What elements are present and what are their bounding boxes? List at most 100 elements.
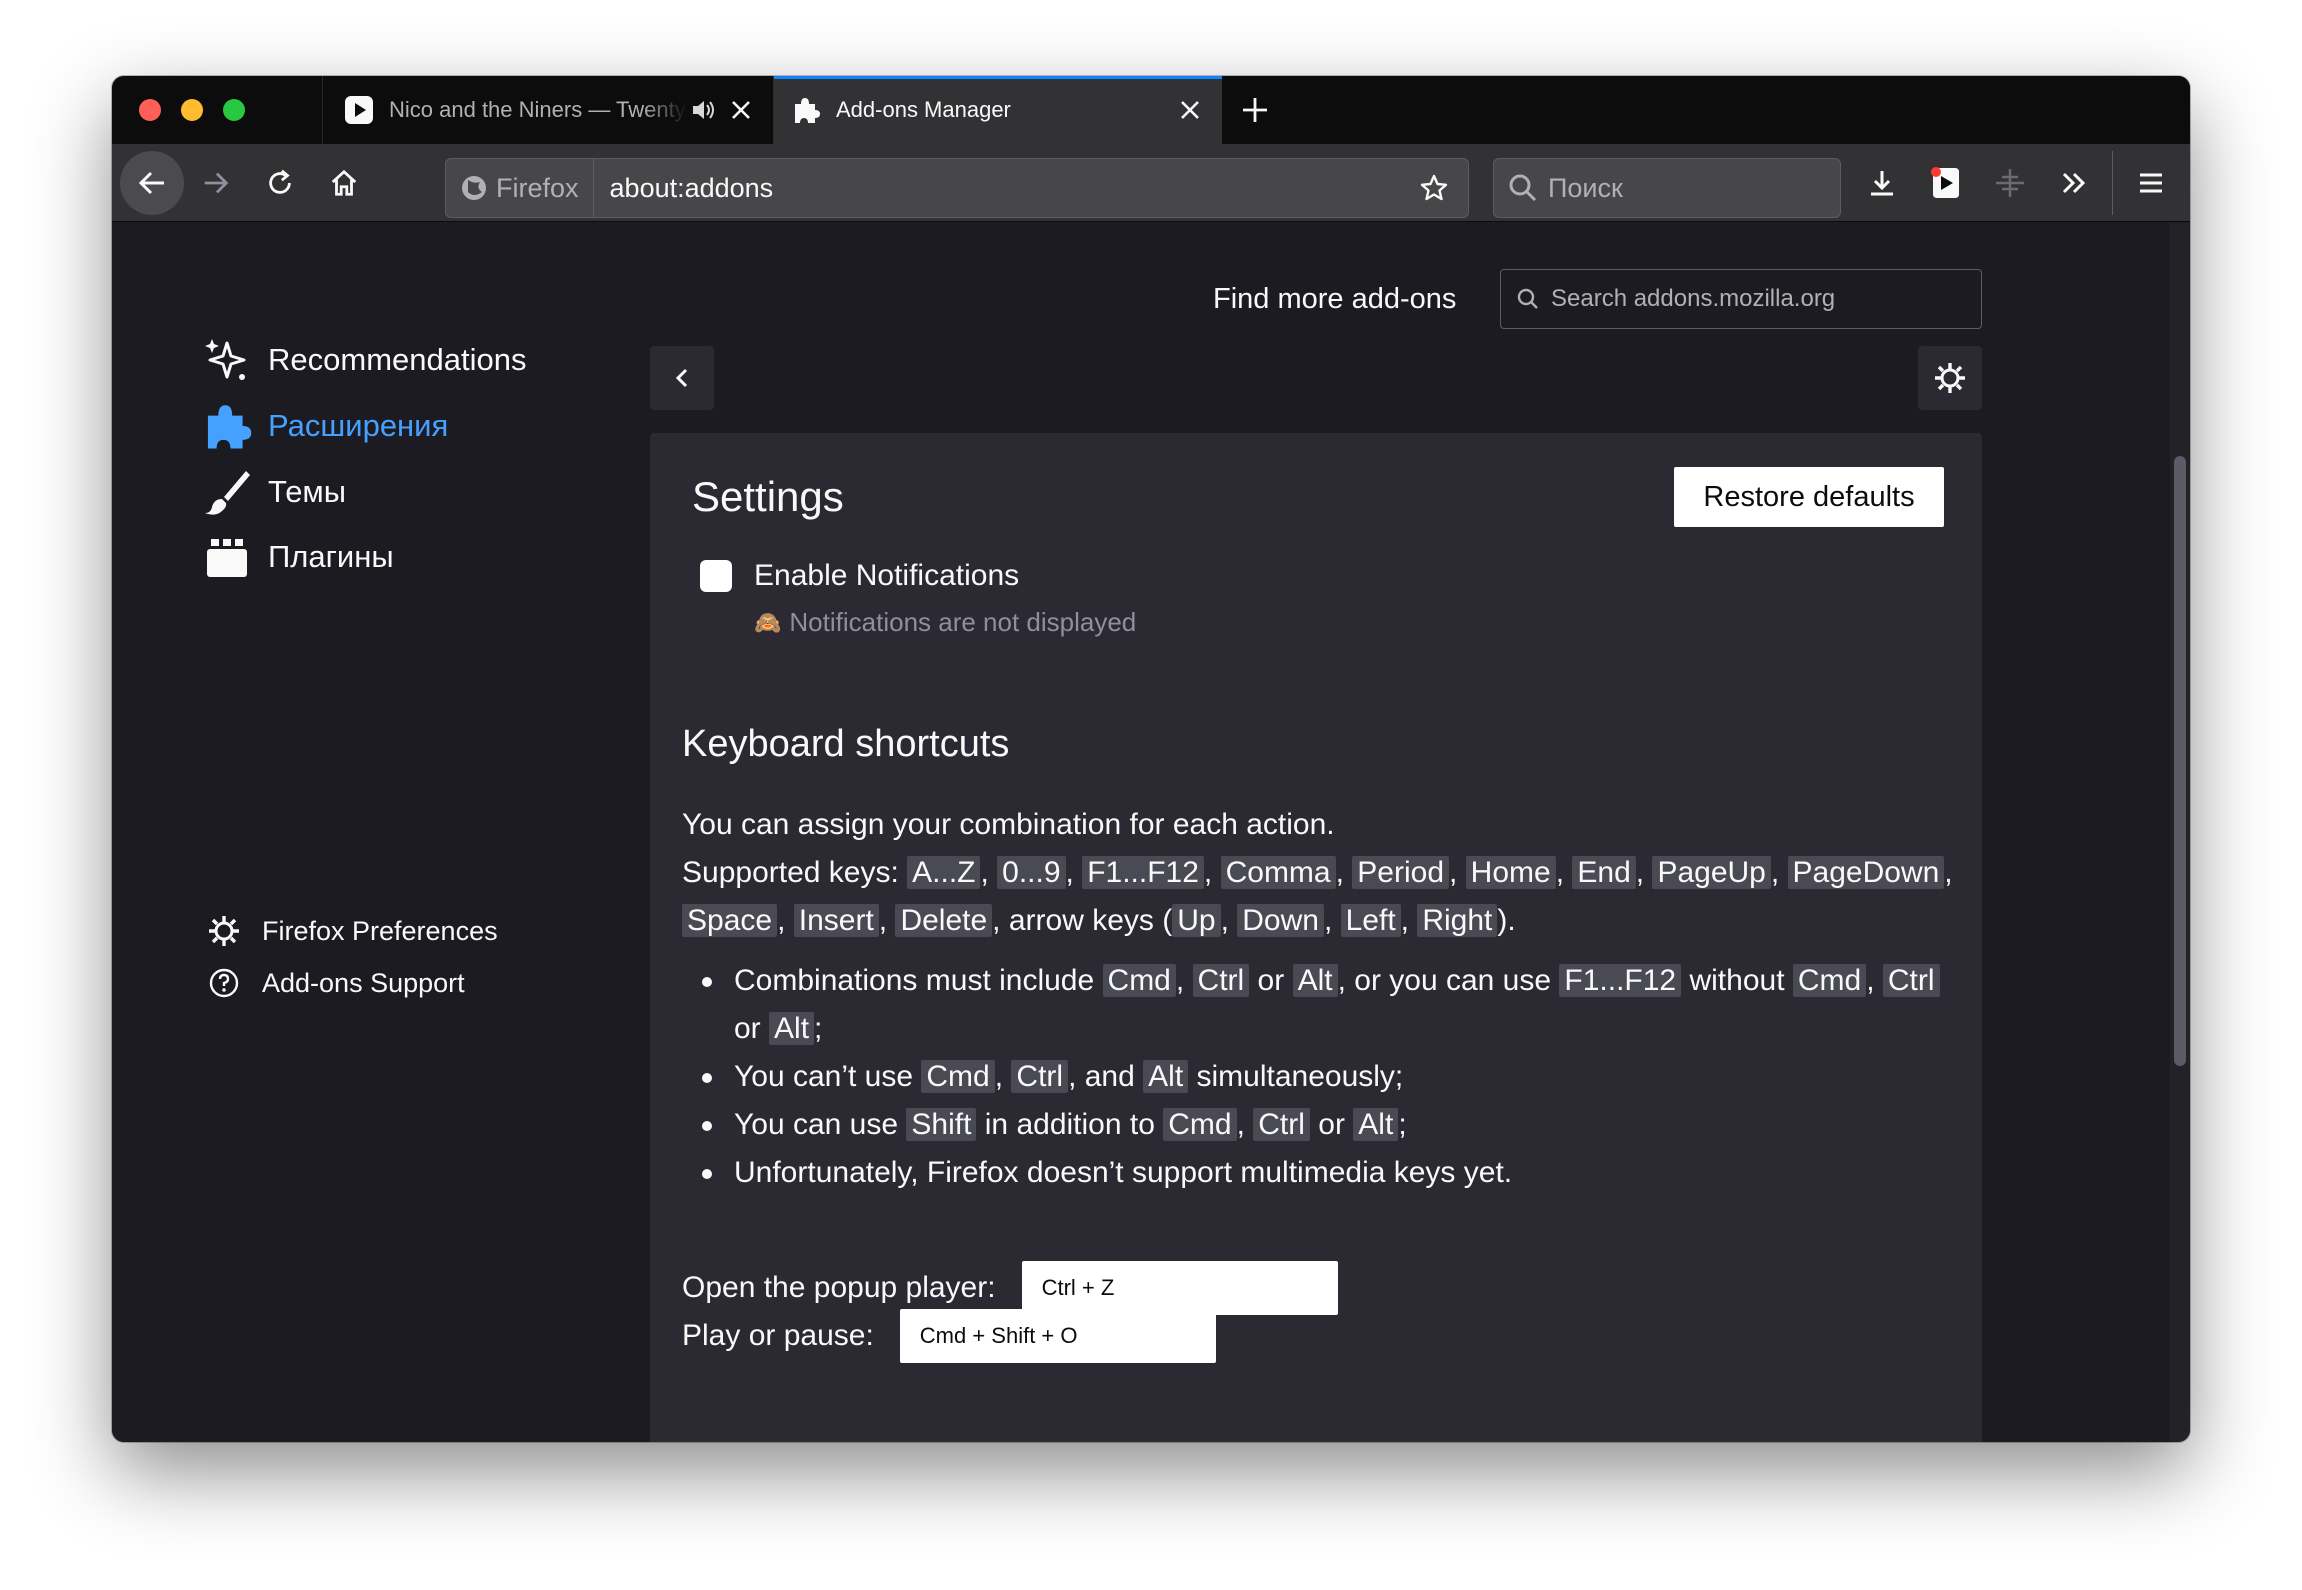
shortcut-label: Play or pause: [682, 1319, 874, 1352]
rule-text: in addition to [984, 1108, 1155, 1141]
tab-title: Add-ons Manager [836, 97, 1011, 122]
puzzle-icon [200, 399, 254, 453]
category-recommendations[interactable]: Recommendations [200, 333, 526, 387]
brush-icon [200, 465, 254, 519]
navigation-toolbar: Firefox about:addons Поиск [112, 144, 2190, 222]
notifications-note-text: Notifications are not displayed [789, 607, 1137, 637]
puzzle-icon [790, 94, 822, 126]
rule-item: Unfortunately, Firefox doesn’t support m… [698, 1149, 1958, 1197]
speaker-icon[interactable] [687, 94, 719, 126]
rule-text: Unfortunately, Firefox doesn’t support m… [734, 1156, 1513, 1189]
bookmark-star-icon[interactable] [1414, 168, 1454, 208]
arrow-keys-text: arrow keys ( [1008, 904, 1173, 937]
key-badge: Up [1172, 904, 1221, 937]
tab-addons-manager[interactable]: Add-ons Manager [774, 76, 1222, 144]
firefox-preferences-link[interactable]: Firefox Preferences [204, 911, 498, 951]
category-label: Плагины [268, 539, 394, 574]
key-badge: Ctrl [1253, 1108, 1310, 1141]
url-text[interactable]: about:addons [594, 173, 1414, 204]
rule-text: or [1257, 964, 1285, 997]
addon-tools-button[interactable] [1918, 346, 1982, 410]
forward-button[interactable] [184, 151, 248, 215]
reload-button[interactable] [248, 151, 312, 215]
minimize-window-button[interactable] [181, 99, 203, 121]
shortcut-input-play-pause[interactable]: Cmd + Shift + O [899, 1309, 1216, 1363]
back-button[interactable] [120, 150, 184, 215]
footer-label: Firefox Preferences [262, 915, 498, 946]
keyboard-intro: You can assign your combination for each… [682, 801, 1962, 945]
home-button[interactable] [312, 151, 376, 215]
window-controls [112, 76, 322, 144]
category-themes[interactable]: Темы [200, 465, 346, 519]
shortcut-input-popup[interactable]: Ctrl + Z [1021, 1261, 1338, 1315]
close-window-button[interactable] [139, 99, 161, 121]
category-plugins[interactable]: Плагины [200, 530, 394, 584]
web-search-bar[interactable]: Поиск [1493, 158, 1841, 218]
key-badge: Cmd [921, 1060, 995, 1093]
rule-item: You can use Shift in addition to Cmd, Ct… [698, 1101, 1958, 1149]
category-label: Расширения [268, 408, 449, 443]
key-badge: Cmd [1792, 964, 1867, 997]
category-extensions[interactable]: Расширения [200, 399, 448, 453]
firefox-icon [462, 176, 486, 200]
scrollbar-thumb[interactable] [2174, 456, 2186, 1066]
key-badge: PageUp [1652, 856, 1771, 889]
rule-text: You can use [734, 1108, 899, 1141]
back-to-list-button[interactable] [650, 346, 714, 410]
identity-label: Firefox [496, 172, 579, 203]
key-badge: Ctrl [1882, 964, 1940, 997]
supported-keys-line: Supported keys: A...Z, 0...9, F1...F12, … [682, 856, 1953, 937]
addons-support-link[interactable]: Add-ons Support [204, 963, 465, 1003]
amo-search-placeholder: Search addons.mozilla.org [1551, 285, 1836, 312]
key-badge: Comma [1220, 856, 1336, 889]
menu-button[interactable] [2119, 151, 2183, 215]
notifications-option[interactable]: Enable Notifications [700, 559, 1019, 593]
tab-music[interactable]: Nico and the Niners — Twenty One Pilots [322, 76, 774, 144]
notifications-checkbox[interactable] [700, 560, 732, 592]
maximize-window-button[interactable] [223, 99, 245, 121]
reload-icon [269, 169, 291, 194]
rule-item: Combinations must include Cmd, Ctrl or A… [698, 957, 1958, 1053]
chevron-left-icon [675, 368, 688, 388]
key-badge: Left [1340, 904, 1401, 937]
identity-box[interactable]: Firefox [446, 159, 594, 217]
key-badge: Home [1465, 856, 1556, 889]
close-tab-icon[interactable] [1174, 94, 1206, 126]
chevron-double-right-icon [2062, 172, 2086, 194]
extension-button[interactable] [1978, 151, 2042, 215]
plus-icon [1243, 98, 1267, 122]
key-badge: Ctrl [1192, 964, 1250, 997]
key-badge: Right [1417, 904, 1498, 937]
extension-player-button[interactable] [1914, 151, 1978, 215]
plugin-icon [200, 530, 254, 584]
footer-label: Add-ons Support [262, 967, 465, 998]
key-badge: F1...F12 [1082, 856, 1204, 889]
url-bar[interactable]: Firefox about:addons [445, 158, 1469, 218]
downloads-button[interactable] [1850, 151, 1914, 215]
keyboard-shortcuts-heading: Keyboard shortcuts [682, 723, 1010, 765]
key-badge: Space [682, 904, 778, 937]
key-badge: Alt [1292, 964, 1338, 997]
close-tab-icon[interactable] [725, 94, 757, 126]
sparkle-icon [200, 333, 254, 387]
new-tab-button[interactable] [1222, 76, 1288, 144]
gear-icon [1935, 363, 1965, 393]
amo-search-input[interactable]: Search addons.mozilla.org [1500, 269, 1982, 329]
restore-defaults-button[interactable]: Restore defaults [1674, 467, 1944, 527]
forward-arrow-icon [204, 172, 229, 193]
overflow-button[interactable] [2042, 151, 2106, 215]
settings-heading: Settings [692, 473, 844, 520]
shortcut-row-play-pause: Play or pause: Cmd + Shift + O [682, 1309, 1216, 1363]
search-icon [1517, 288, 1538, 309]
play-icon [1931, 167, 1959, 198]
key-badge: F1...F12 [1559, 964, 1682, 997]
key-badge: Ctrl [1011, 1060, 1069, 1093]
shortcut-label: Open the popup player: [682, 1271, 996, 1304]
category-label: Recommendations [268, 342, 527, 377]
tab-bar: Nico and the Niners — Twenty One Pilots … [112, 76, 2190, 144]
web-search-placeholder: Поиск [1548, 172, 1623, 203]
notifications-note: 🙈 Notifications are not displayed [754, 607, 1136, 638]
key-badge: Alt [1353, 1108, 1399, 1141]
key-badge: Cmd [1102, 964, 1176, 997]
key-badge: Period [1352, 856, 1449, 889]
